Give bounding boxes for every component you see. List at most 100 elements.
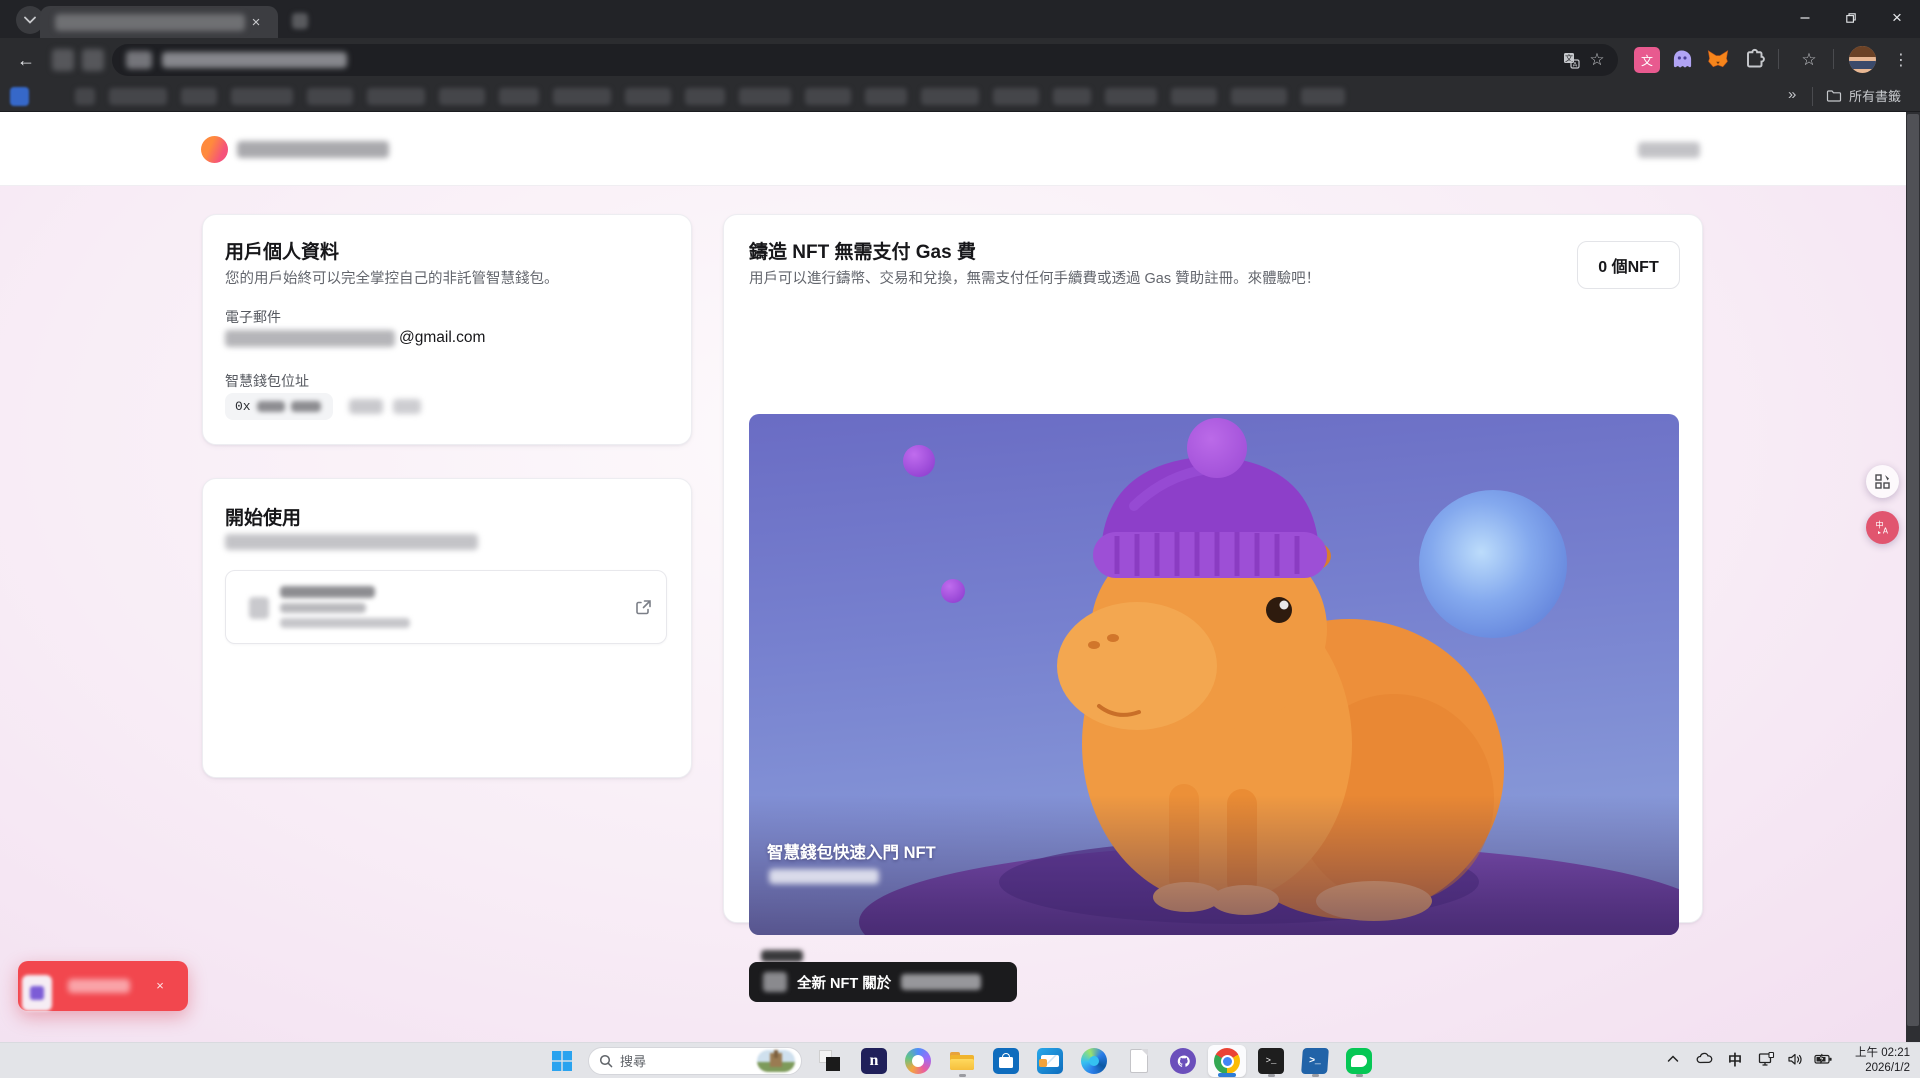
mint-button-label: 全新 NFT 關於: [797, 972, 891, 993]
address-bar[interactable]: 文A ☆: [112, 44, 1618, 76]
bookmark-lists-icon[interactable]: ☆: [1796, 47, 1822, 73]
redacted-link-line2: [280, 603, 366, 613]
side-widget-capture-button[interactable]: [1866, 465, 1899, 498]
start-link-item[interactable]: [225, 570, 667, 644]
bookmarks-divider: [1812, 87, 1813, 106]
redacted-caption-line2: [769, 869, 879, 884]
redacted-link-icon: [249, 597, 269, 619]
nft-card: 鑄造 NFT 無需支付 Gas 費 用戶可以進行鑄幣、交易和兌換，無需支付任何手…: [723, 214, 1703, 923]
taskbar-outlook-icon[interactable]: [1037, 1048, 1063, 1074]
taskbar-chrome-icon[interactable]: [1214, 1048, 1240, 1074]
profile-card-title: 用戶個人資料: [225, 237, 339, 264]
wallet-address-label: 智慧錢包位址: [225, 371, 309, 391]
page-scrollbar[interactable]: [1906, 112, 1920, 1042]
redacted-start-description: [225, 534, 478, 550]
redacted-header-action[interactable]: [1638, 142, 1700, 158]
extension-metamask-icon[interactable]: [1706, 47, 1730, 71]
web-page: 用戶個人資料 您的用戶始終可以完全掌控自己的非託管智慧錢包。 電子郵件 @gma…: [0, 112, 1920, 1042]
taskbar-store-icon[interactable]: [993, 1048, 1019, 1074]
tray-clock[interactable]: 上午 02:21 2026/1/2: [1855, 1046, 1910, 1076]
start-button[interactable]: [549, 1048, 575, 1074]
tray-date: 2026/1/2: [1855, 1061, 1910, 1076]
site-logo[interactable]: [201, 136, 228, 163]
all-bookmarks-button[interactable]: 所有書籤: [1826, 86, 1901, 105]
extension-phantom-icon[interactable]: [1670, 47, 1695, 72]
mint-nft-button[interactable]: 全新 NFT 關於: [749, 962, 1017, 1002]
tray-network-icon[interactable]: [1758, 1052, 1775, 1067]
window-close-button[interactable]: ×: [1874, 0, 1920, 36]
redacted-email-user: [225, 330, 395, 347]
scrollbar-thumb[interactable]: [1907, 114, 1919, 1026]
window-restore-button[interactable]: [1828, 0, 1874, 36]
start-card-title: 開始使用: [225, 503, 301, 530]
wallet-address-prefix: 0x: [235, 399, 251, 414]
chevron-down-icon: [24, 16, 36, 24]
profile-card: 用戶個人資料 您的用戶始終可以完全掌控自己的非託管智慧錢包。 電子郵件 @gma…: [202, 214, 692, 445]
wallet-address-pill[interactable]: 0x: [225, 393, 333, 420]
side-widget-translate-button[interactable]: 中A: [1866, 511, 1899, 544]
window-minimize-button[interactable]: [1782, 0, 1828, 36]
taskbar-github-icon[interactable]: [1170, 1048, 1196, 1074]
taskbar-copilot-icon[interactable]: [905, 1048, 931, 1074]
browser-titlebar: × ×: [0, 0, 1920, 38]
redacted-wallet-action-1[interactable]: [349, 399, 383, 414]
tray-ime-indicator[interactable]: 中: [1728, 1050, 1742, 1070]
profile-avatar[interactable]: [1849, 46, 1876, 73]
email-domain: @gmail.com: [399, 329, 485, 347]
tray-volume-icon[interactable]: [1787, 1052, 1803, 1067]
chrome-menu-icon[interactable]: ⋮: [1888, 47, 1914, 73]
toast-close-button[interactable]: ×: [150, 975, 170, 995]
redacted-toast-text: [68, 979, 130, 993]
browser-tab[interactable]: ×: [40, 6, 278, 38]
bookmark-favicon[interactable]: [10, 87, 29, 106]
new-tab-button[interactable]: [292, 13, 308, 29]
taskbar-document-icon[interactable]: [1126, 1048, 1152, 1074]
bookmarks-overflow-button[interactable]: »: [1788, 86, 1796, 103]
toast-icon-inner: [30, 986, 44, 1000]
taskbar-notion-icon[interactable]: n: [861, 1048, 887, 1074]
taskbar-powershell-icon[interactable]: >_: [1301, 1048, 1329, 1074]
nft-card-title: 鑄造 NFT 無需支付 Gas 費: [749, 237, 976, 264]
search-input[interactable]: [620, 1054, 757, 1069]
redacted-tab-title: [55, 14, 245, 31]
puzzle-icon: [1742, 47, 1766, 71]
explorer-running-indicator: [959, 1074, 966, 1077]
redacted-button-tag: [761, 950, 803, 962]
tray-chevron-icon[interactable]: [1666, 1052, 1680, 1066]
taskbar-search[interactable]: [588, 1047, 802, 1075]
taskbar-cmd-icon[interactable]: >_: [1258, 1048, 1284, 1074]
toolbar-divider: [1833, 49, 1834, 69]
cmd-running-indicator: [1268, 1074, 1275, 1077]
extensions-puzzle-icon[interactable]: [1742, 47, 1766, 71]
tray-onedrive-icon[interactable]: [1696, 1052, 1713, 1066]
redacted-wallet-action-2[interactable]: [393, 399, 421, 414]
taskbar-line-icon[interactable]: [1346, 1048, 1372, 1074]
bookmark-items-redacted[interactable]: [75, 88, 1345, 105]
tray-battery-icon[interactable]: [1814, 1052, 1833, 1066]
chrome-active-indicator: [1218, 1073, 1236, 1077]
tab-close-button[interactable]: ×: [245, 11, 267, 33]
nft-image[interactable]: 智慧錢包快速入門 NFT: [749, 414, 1679, 935]
all-bookmarks-label: 所有書籤: [1849, 86, 1901, 105]
search-highlight-graphic[interactable]: [757, 1050, 795, 1072]
taskbar-explorer-icon[interactable]: [949, 1048, 975, 1074]
powershell-running-indicator: [1312, 1074, 1319, 1077]
grid-capture-icon: [1875, 474, 1891, 490]
start-card: 開始使用: [202, 478, 692, 778]
powershell-glyph: >_: [1309, 1056, 1322, 1067]
desktop: { "colors": { "toast_red": "#F2474E", "c…: [0, 0, 1920, 1078]
forward-button-redacted[interactable]: [52, 49, 74, 71]
bookmark-star-icon[interactable]: ☆: [1584, 47, 1610, 73]
redacted-button-icon: [763, 972, 787, 992]
translate-page-icon[interactable]: 文A: [1558, 47, 1584, 73]
email-label: 電子郵件: [225, 307, 281, 327]
site-info-icon-redacted[interactable]: [126, 51, 152, 69]
back-button[interactable]: ←: [12, 46, 40, 74]
reload-button-redacted[interactable]: [82, 49, 104, 71]
taskbar-edge-icon[interactable]: [1081, 1048, 1107, 1074]
bookmarks-bar: » 所有書籤: [0, 82, 1920, 112]
extension-translate-icon[interactable]: 文: [1634, 47, 1660, 73]
taskbar-app-blackwhite[interactable]: [817, 1048, 843, 1074]
fox-icon: [1706, 47, 1730, 71]
toolbar-divider: [1778, 49, 1779, 69]
